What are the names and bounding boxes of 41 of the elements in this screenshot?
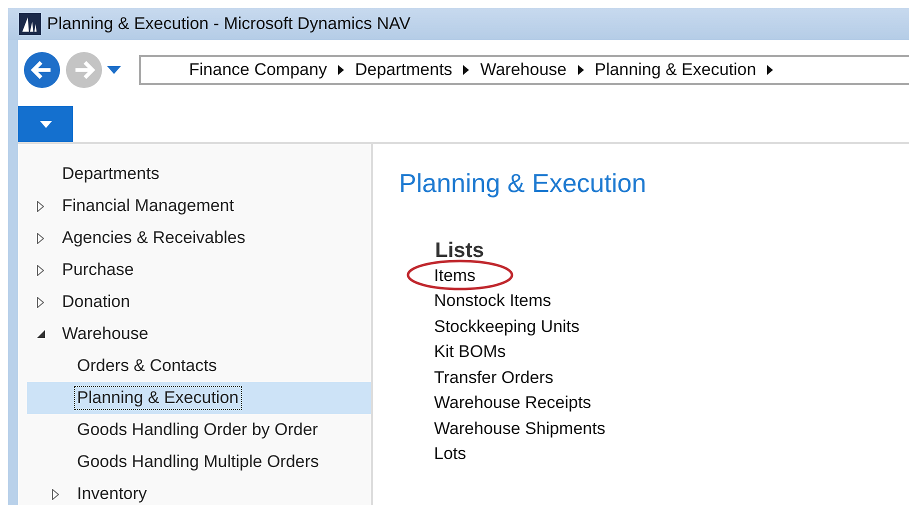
tree-item[interactable]: Financial Management xyxy=(27,190,371,222)
list-link[interactable]: Warehouse Shipments xyxy=(434,418,606,439)
list-link[interactable]: Lots xyxy=(434,444,466,464)
window-title: Planning & Execution - Microsoft Dynamics NAV xyxy=(47,14,410,34)
tree-item[interactable]: Donation xyxy=(27,286,371,318)
list-link[interactable]: Nonstock Items xyxy=(434,291,552,312)
list-link[interactable]: Warehouse Receipts xyxy=(434,393,592,414)
tree-item[interactable]: Inventory xyxy=(27,478,371,505)
tree-item[interactable]: Goods Handling Multiple Orders xyxy=(27,446,371,478)
tree-item[interactable]: Goods Handling Order by Order xyxy=(27,414,371,446)
page-title: Planning & Execution xyxy=(399,168,648,199)
caret-icon xyxy=(40,120,52,128)
dropdown-caret-icon[interactable] xyxy=(107,66,121,74)
tree-item[interactable]: Planning & Execution xyxy=(27,382,371,414)
app-logo-icon xyxy=(19,13,41,35)
breadcrumb-arrow-icon[interactable] xyxy=(463,64,470,74)
breadcrumb-arrow-icon[interactable] xyxy=(767,64,774,74)
menu-button[interactable] xyxy=(18,106,73,142)
collapsed-triangle-icon[interactable] xyxy=(37,232,44,244)
collapsed-triangle-icon[interactable] xyxy=(37,264,44,276)
tree-item[interactable]: Warehouse xyxy=(27,318,371,350)
list-link[interactable]: Stockkeeping Units xyxy=(434,316,580,337)
expanded-triangle-icon[interactable] xyxy=(37,330,45,338)
collapsed-triangle-icon[interactable] xyxy=(52,488,59,500)
breadcrumb-item[interactable]: Finance Company xyxy=(189,60,327,80)
tree-item[interactable]: Purchase xyxy=(27,254,371,286)
collapsed-triangle-icon[interactable] xyxy=(37,296,44,308)
list-link[interactable]: Kit BOMs xyxy=(434,342,506,362)
address-bar[interactable]: Finance Company Departments Warehouse Planning & Execution xyxy=(139,54,909,84)
collapsed-triangle-icon[interactable] xyxy=(37,200,44,212)
section-heading: Lists xyxy=(435,239,486,263)
tree-item[interactable]: Orders & Contacts xyxy=(27,350,371,382)
breadcrumb-item[interactable]: Departments xyxy=(354,60,452,80)
breadcrumb-item[interactable]: Planning & Execution xyxy=(594,60,756,80)
tree-item[interactable]: Agencies & Receivables xyxy=(27,222,371,254)
breadcrumb-item[interactable]: Warehouse xyxy=(480,60,567,80)
breadcrumb-arrow-icon[interactable] xyxy=(338,64,344,74)
breadcrumb-arrow-icon[interactable] xyxy=(578,64,584,74)
back-icon[interactable] xyxy=(23,50,61,88)
list-link[interactable]: Transfer Orders xyxy=(434,368,554,388)
tree-item[interactable]: Departments xyxy=(27,158,371,190)
